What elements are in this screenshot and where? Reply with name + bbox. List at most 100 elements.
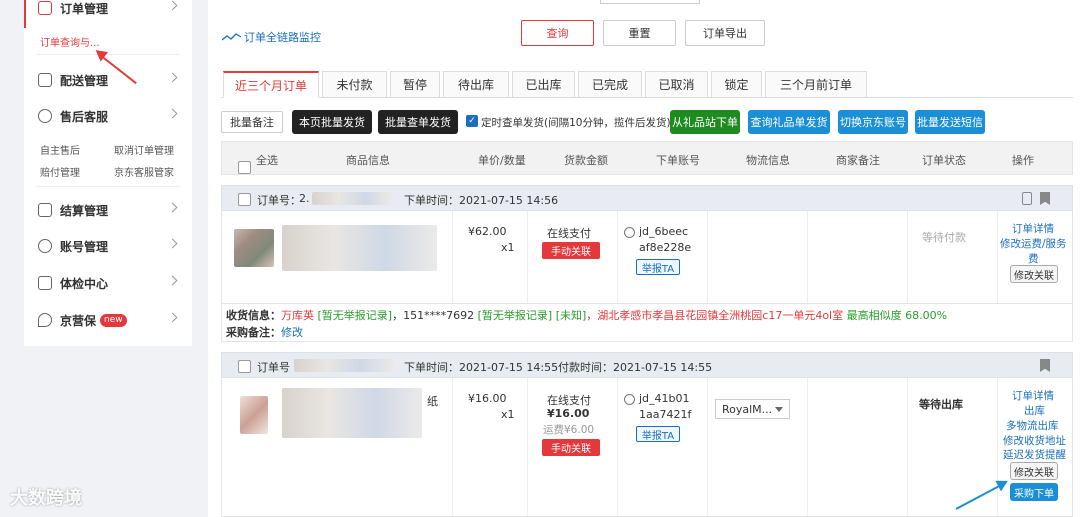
order-detail-link[interactable]: 订单详情: [1012, 388, 1054, 403]
timed-ship-checkbox[interactable]: ✓: [466, 115, 478, 127]
query-gift-button[interactable]: 查询礼品单发货: [748, 110, 830, 134]
menu-delivery[interactable]: 配送管理: [24, 62, 192, 98]
tab-cancelled[interactable]: 已取消: [645, 71, 708, 98]
manual-link-button[interactable]: 手动关联: [542, 242, 600, 259]
order-row-1: ¥62.00 x1 在线支付 手动关联 jd_6beec af8e228e 举报…: [221, 211, 1073, 304]
main-content: 订单全链路监控 查询 重置 订单导出 近三个月订单 未付款 暂停 待出库 已出库…: [208, 0, 1080, 517]
manual-link-button[interactable]: 手动关联: [542, 439, 600, 456]
menu-after-sales-label: 售后客服: [60, 109, 109, 124]
order-checkbox[interactable]: [238, 359, 251, 373]
order-checkbox[interactable]: [238, 192, 251, 206]
multi-logistics-link[interactable]: 多物流出库: [1006, 418, 1059, 433]
logistics-value: RoyalM...: [722, 403, 773, 416]
sub-compensation[interactable]: 赔付管理: [40, 164, 80, 179]
menu-settlement[interactable]: 结算管理: [24, 192, 192, 228]
tab-older[interactable]: 三个月前订单: [765, 71, 867, 98]
delay-ship-reminder-link[interactable]: 延迟发货提醒: [1003, 447, 1066, 462]
order-no[interactable]: 2.: [299, 192, 310, 205]
buyer-account-2: af8e228e: [639, 241, 692, 254]
ship-out-link[interactable]: 出库: [1024, 403, 1045, 418]
menu-jyb-label: 京营保: [60, 313, 97, 328]
pay-time: 付款时间：2021-07-15 14:55: [558, 361, 713, 374]
shipping-fee: 运费¥6.00: [543, 424, 595, 436]
batch-sms-button[interactable]: 批量发送短信: [915, 110, 985, 134]
col-status: 订单状态: [922, 154, 966, 167]
modify-address-link[interactable]: 修改收货地址: [1003, 433, 1066, 448]
menu-after-sales[interactable]: 售后客服: [24, 98, 192, 134]
tab-pending-out[interactable]: 待出库: [443, 71, 509, 98]
quantity: x1: [501, 408, 515, 421]
tab-unpaid[interactable]: 未付款: [322, 71, 387, 98]
tab-shipped[interactable]: 已出库: [512, 71, 575, 98]
col-amount: 货款金额: [564, 154, 608, 167]
tab-completed[interactable]: 已完成: [578, 71, 642, 98]
sidebar: 订单管理 订单查询与... 配送管理 售后客服 自主售后 取消订单管理 赔付管理…: [0, 0, 208, 517]
grid-icon: [38, 276, 52, 290]
gift-order-button[interactable]: 从礼品站下单: [670, 110, 740, 134]
headset-icon: [38, 109, 52, 123]
chevron-right-icon: [167, 312, 178, 323]
top-input-remnant[interactable]: [600, 0, 700, 4]
bookmark-icon[interactable]: [1040, 359, 1050, 372]
menu-order-mgmt[interactable]: 订单管理: [24, 0, 192, 26]
logistics-select[interactable]: RoyalM...: [715, 399, 790, 419]
dropdown-arrow-icon: [775, 407, 783, 412]
product-title-blurred[interactable]: [282, 225, 437, 271]
watermark: 大数跨境: [10, 488, 82, 509]
shield-icon: [38, 313, 52, 327]
tab-locked[interactable]: 锁定: [711, 71, 762, 98]
user-icon: [38, 239, 52, 253]
smiley-icon: [624, 227, 635, 238]
chevron-right-icon: [167, 275, 178, 286]
switch-jd-button[interactable]: 切换京东账号: [838, 110, 908, 134]
batch-check-ship-button[interactable]: 批量查单发货: [378, 110, 458, 134]
col-actions: 操作: [1012, 154, 1034, 167]
modify-link-button[interactable]: 修改关联: [1010, 265, 1058, 283]
menu-account[interactable]: 账号管理: [24, 228, 192, 264]
monitor-link[interactable]: 订单全链路监控: [222, 29, 321, 45]
tab-recent-3m[interactable]: 近三个月订单: [223, 71, 319, 98]
reset-button[interactable]: 重置: [603, 20, 676, 46]
truck-icon: [38, 73, 52, 87]
tab-paused[interactable]: 暂停: [390, 71, 440, 98]
col-select-all: 全选: [256, 154, 278, 167]
modify-fee-link[interactable]: 修改运费/服务: [1000, 236, 1067, 251]
query-button[interactable]: 查询: [521, 20, 594, 46]
purchase-note-edit[interactable]: 修改: [281, 326, 303, 339]
batch-note-button[interactable]: 批量备注: [221, 111, 283, 133]
sub-cancel-order[interactable]: 取消订单管理: [114, 142, 174, 157]
quantity: x1: [501, 241, 515, 254]
menu-health-label: 体检中心: [60, 276, 109, 291]
product-thumbnail[interactable]: [234, 229, 274, 267]
order-header-1: 订单号： 2. 下单时间：2021-07-15 14:56: [221, 185, 1073, 211]
menu-jyb[interactable]: 京营保 new: [24, 302, 192, 338]
table-header: 全选 商品信息 单价/数量 货款金额 下单账号 物流信息 商家备注 订单状态 操…: [221, 141, 1073, 175]
unit-price: ¥62.00: [468, 225, 507, 238]
menu-health[interactable]: 体检中心: [24, 265, 192, 301]
col-merchant-note: 商家备注: [836, 154, 880, 167]
order-detail-link[interactable]: 订单详情: [1012, 221, 1054, 236]
modify-link-button[interactable]: 修改关联: [1010, 462, 1058, 480]
bookmark-icon[interactable]: [1040, 192, 1050, 205]
product-thumbnail[interactable]: [240, 396, 268, 434]
similarity: 最高相似度 68.00%: [846, 309, 948, 322]
new-badge: new: [100, 313, 127, 327]
tablet-icon[interactable]: [1022, 192, 1032, 205]
col-logistics: 物流信息: [746, 154, 790, 167]
report-button[interactable]: 举报TA: [636, 426, 680, 442]
report-button[interactable]: 举报TA: [636, 259, 680, 275]
export-button[interactable]: 订单导出: [685, 20, 765, 46]
chevron-right-icon: [167, 72, 178, 83]
purchase-order-button[interactable]: 采购下单: [1010, 483, 1058, 501]
page-batch-ship-button[interactable]: 本页批量发货: [292, 110, 372, 134]
payment-method: 在线支付: [547, 394, 591, 407]
submenu-order-query[interactable]: 订单查询与...: [40, 34, 100, 49]
order-time: 下单时间：2021-07-15 14:56: [404, 194, 559, 207]
modify-fee-link-cont[interactable]: 费: [1028, 251, 1039, 266]
receiver-line: 收货信息：万库英 [暂无举报记录]，151****7692 [暂无举报记录] […: [226, 307, 947, 323]
menu-settlement-label: 结算管理: [60, 203, 109, 218]
unit-price: ¥16.00: [468, 392, 507, 405]
product-title-blurred[interactable]: [282, 388, 422, 438]
sub-jd-service-butler[interactable]: 京东客服管家: [114, 164, 174, 179]
sub-self-aftersale[interactable]: 自主售后: [40, 142, 80, 157]
